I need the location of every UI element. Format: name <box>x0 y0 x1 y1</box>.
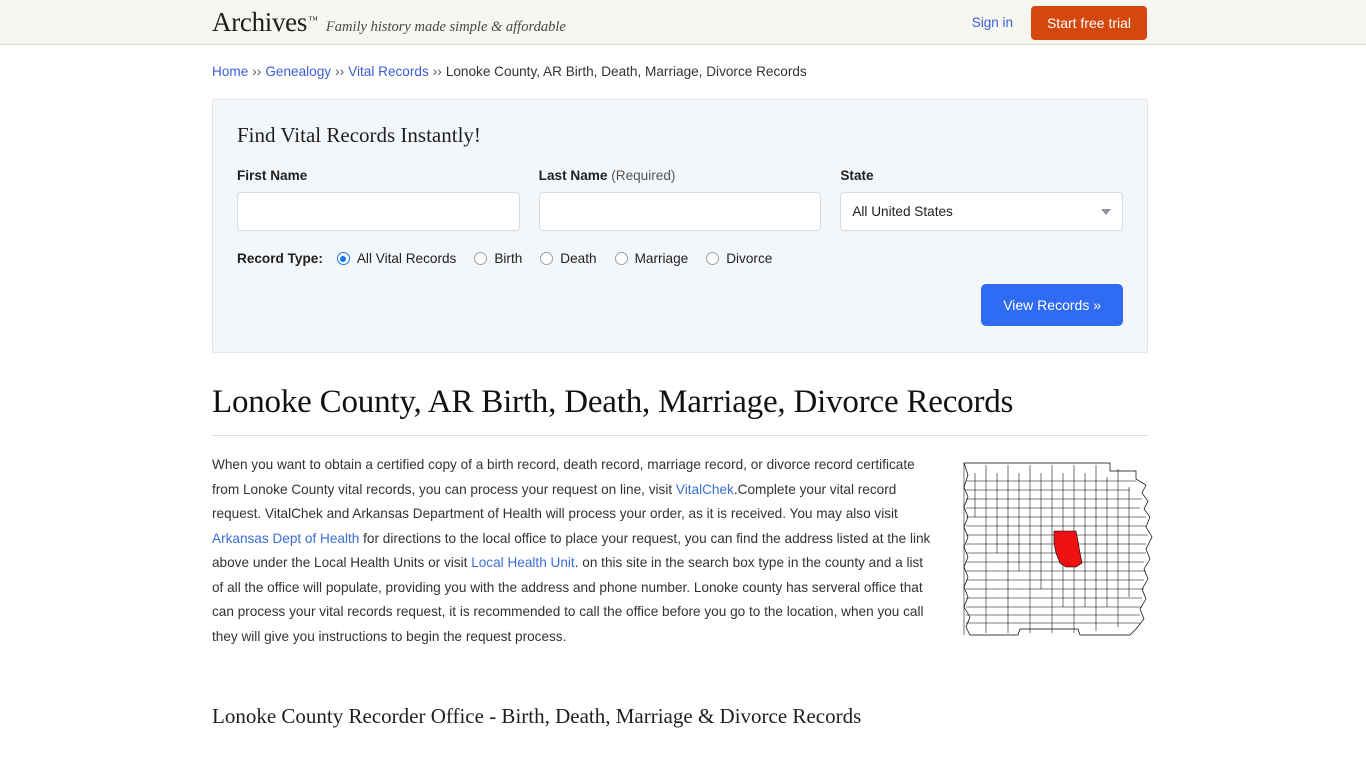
radio-death[interactable]: Death <box>540 251 597 266</box>
article-body: When you want to obtain a certified copy… <box>212 453 1153 649</box>
radio-marriage[interactable]: Marriage <box>614 251 689 266</box>
state-label: State <box>840 168 874 183</box>
state-select[interactable]: All United States <box>840 192 1124 231</box>
radio-label: Death <box>560 251 597 266</box>
radio-indicator <box>336 252 350 265</box>
record-type-row: Record Type: All Vital Records Birth Dea… <box>237 251 1123 266</box>
page-title: Lonoke County, AR Birth, Death, Marriage… <box>212 384 1014 420</box>
last-name-label-text: Last Name <box>538 168 608 183</box>
brand-tagline: Family history made simple & affordable <box>325 19 566 35</box>
radio-indicator <box>614 252 628 265</box>
radio-indicator <box>474 252 488 265</box>
breadcrumb-item-current: Lonoke County, AR Birth, Death, Marriage… <box>445 64 807 79</box>
vital-records-search-panel: Find Vital Records Instantly! First Name… <box>212 99 1148 353</box>
site-header: Archives ™ Family history made simple & … <box>0 0 1366 45</box>
last-name-field-group: Last Name (Required) <box>538 168 822 231</box>
breadcrumb: Home ›› Genealogy ›› Vital Records ›› Lonoke C… <box>212 64 1366 79</box>
search-fields-row: First Name Last Name (Required) State Al… <box>237 168 1124 231</box>
arkansas-dept-of-health-link[interactable]: Arkansas Dept of Health <box>212 531 359 546</box>
first-name-label: First Name <box>237 168 308 183</box>
breadcrumb-item-vital-records[interactable]: Vital Records <box>348 64 429 79</box>
record-type-label: Record Type: <box>237 251 323 266</box>
radio-all-vital-records[interactable]: All Vital Records <box>336 251 457 266</box>
radio-divorce[interactable]: Divorce <box>706 251 772 266</box>
recorder-office-section-title: Lonoke County Recorder Office - Birth, D… <box>212 704 862 728</box>
sign-in-link[interactable]: Sign in <box>972 15 1013 30</box>
start-free-trial-button[interactable]: Start free trial <box>1030 5 1147 40</box>
radio-indicator <box>706 252 720 265</box>
first-name-field-group: First Name <box>237 168 520 231</box>
header-actions: Sign in Start free trial <box>972 0 1147 45</box>
radio-label: Divorce <box>726 251 773 266</box>
radio-label: Marriage <box>634 251 689 266</box>
local-health-unit-link[interactable]: Local Health Unit <box>471 555 575 570</box>
first-name-input[interactable] <box>237 192 520 231</box>
breadcrumb-separator: ›› <box>252 64 262 79</box>
breadcrumb-item-home[interactable]: Home <box>212 64 248 79</box>
address-county-name: Lonoke County <box>212 763 1366 768</box>
arkansas-county-map <box>960 457 1160 641</box>
breadcrumb-separator: ›› <box>335 64 345 79</box>
trademark-symbol: ™ <box>308 15 318 26</box>
brand-name: Archives <box>212 7 308 37</box>
breadcrumb-item-genealogy[interactable]: Genealogy <box>265 64 331 79</box>
state-select-value: All United States <box>852 204 953 219</box>
search-panel-title: Find Vital Records Instantly! <box>237 123 481 147</box>
last-name-label: Last Name (Required) <box>539 168 822 183</box>
radio-label: All Vital Records <box>356 251 457 266</box>
state-field-group: State All United States <box>840 168 1124 231</box>
radio-indicator <box>540 252 554 265</box>
radio-label: Birth <box>494 251 523 266</box>
state-select-wrapper: All United States <box>840 192 1124 231</box>
recorder-office-address: Lonoke County PO Box 219 Lonoke, AR 7208… <box>212 763 1366 768</box>
last-name-input[interactable] <box>538 192 822 231</box>
radio-birth[interactable]: Birth <box>474 251 522 266</box>
title-divider <box>212 435 1148 436</box>
last-name-required-note: (Required) <box>611 168 676 183</box>
view-records-button[interactable]: View Records » <box>981 284 1123 326</box>
breadcrumb-separator: ›› <box>432 64 442 79</box>
search-submit-row: View Records » <box>237 284 1123 326</box>
brand-logo[interactable]: Archives ™ Family history made simple & … <box>212 7 566 38</box>
vitalchek-link[interactable]: VitalChek <box>676 482 734 497</box>
article-paragraph: When you want to obtain a certified copy… <box>212 453 936 649</box>
